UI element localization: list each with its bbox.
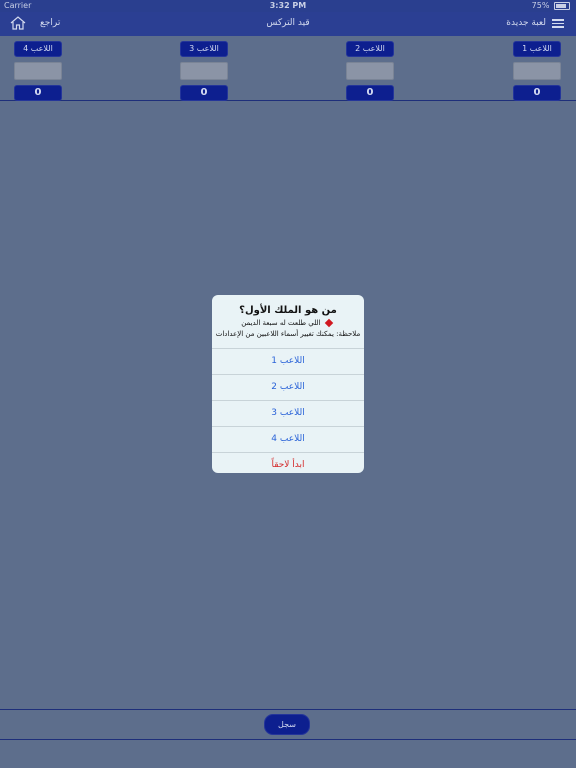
status-bar: Carrier 3:32 PM 75% xyxy=(0,0,576,12)
battery-icon xyxy=(554,1,570,10)
menu-icon[interactable] xyxy=(552,19,564,28)
dialog-message: اللي طلعت له سبعة الديمن xyxy=(212,318,364,328)
status-time: 3:32 PM xyxy=(269,1,307,10)
player-name-button[interactable]: اللاعب 3 xyxy=(180,41,228,57)
dialog-header: من هو الملك الأول؟ اللي طلعت له سبعة الد… xyxy=(212,295,364,348)
battery-indicator: 75% xyxy=(532,0,570,12)
player-points-input[interactable] xyxy=(14,62,62,80)
dialog-title: من هو الملك الأول؟ xyxy=(239,305,337,316)
battery-percent: 75% xyxy=(531,1,550,10)
player-column-2: اللاعب 2 0 xyxy=(346,41,394,101)
diamond-suit-icon xyxy=(324,318,334,328)
app-screen: Carrier 3:32 PM 75% تراجع قيد التركس لعب… xyxy=(0,0,576,768)
dialog-option-player-1[interactable]: اللاعب 1 xyxy=(212,348,364,374)
player-column-4: اللاعب 4 0 xyxy=(14,41,62,101)
player-name-button[interactable]: اللاعب 2 xyxy=(346,41,394,57)
bottom-divider-lower xyxy=(0,739,576,740)
player-score: 0 xyxy=(180,85,228,101)
record-button[interactable]: سجل xyxy=(264,714,310,735)
new-game-button[interactable]: لعبة جديدة xyxy=(506,18,546,28)
dialog-note: ملاحظة: يمكنك تغيير أسماء اللاعبين من ال… xyxy=(215,330,361,338)
navigation-bar: تراجع قيد التركس لعبة جديدة xyxy=(0,12,576,36)
player-points-input[interactable] xyxy=(180,62,228,80)
dialog-message-text: اللي طلعت له سبعة الديمن xyxy=(241,319,321,327)
dialog-option-player-2[interactable]: اللاعب 2 xyxy=(212,374,364,400)
player-name-button[interactable]: اللاعب 1 xyxy=(513,41,561,57)
dialog-option-player-4[interactable]: اللاعب 4 xyxy=(212,426,364,452)
player-score: 0 xyxy=(14,85,62,101)
player-score: 0 xyxy=(513,85,561,101)
player-points-input[interactable] xyxy=(513,62,561,80)
player-score: 0 xyxy=(346,85,394,101)
players-panel: اللاعب 4 0 اللاعب 3 0 اللاعب 2 0 اللاعب … xyxy=(0,36,576,101)
bottom-divider xyxy=(0,709,576,710)
player-column-3: اللاعب 3 0 xyxy=(180,41,228,101)
player-column-1: اللاعب 1 0 xyxy=(513,41,561,101)
dialog-option-player-3[interactable]: اللاعب 3 xyxy=(212,400,364,426)
first-king-dialog: من هو الملك الأول؟ اللي طلعت له سبعة الد… xyxy=(212,295,364,473)
page-title: قيد التركس xyxy=(266,18,310,28)
dialog-cancel-button[interactable]: ابدأ لاحقاً xyxy=(212,452,364,473)
player-name-button[interactable]: اللاعب 4 xyxy=(14,41,62,57)
player-points-input[interactable] xyxy=(346,62,394,80)
